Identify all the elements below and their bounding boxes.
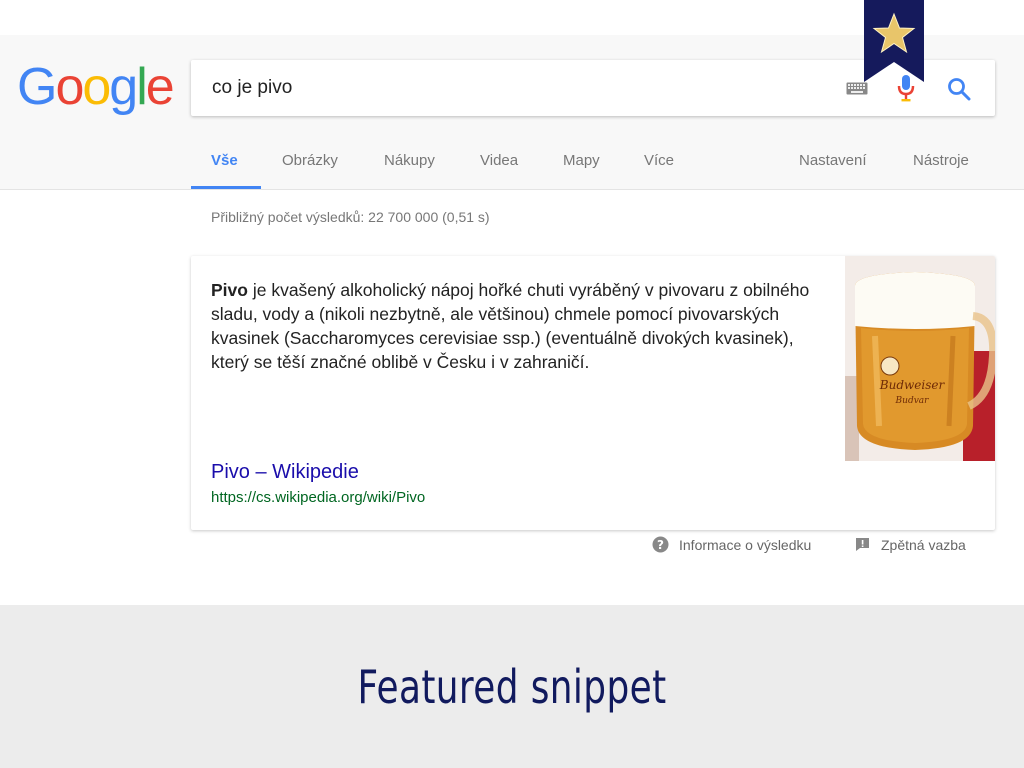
snippet-term: Pivo [211,280,248,300]
active-tab-indicator [191,186,261,189]
help-circle-icon: ? [652,536,669,553]
tab-shopping[interactable]: Nákupy [384,152,435,190]
search-icon[interactable] [947,77,971,101]
about-result-link[interactable]: ? Informace o výsledku [652,536,811,553]
tab-settings[interactable]: Nastavení [799,152,867,190]
tab-tools[interactable]: Nástroje [913,152,969,190]
tab-more[interactable]: Více [644,152,674,190]
caption-band: Featured snippet [0,605,1024,768]
search-tabs: Vše Obrázky Nákupy Videa Mapy Více Nasta… [0,152,1024,190]
tab-images[interactable]: Obrázky [282,152,338,190]
result-stats: Přibližný počet výsledků: 22 700 000 (0,… [211,209,490,225]
star-bookmark-icon [864,0,924,82]
logo-letter: o [55,58,84,116]
mug-label-line1: Budweiser [879,378,946,392]
featured-snippet-card: Pivo je kvašený alkoholický nápoj hořké … [191,256,995,530]
snippet-text: Pivo je kvašený alkoholický nápoj hořké … [211,278,821,374]
tab-all[interactable]: Vše [211,152,238,190]
logo-letter: o [82,58,111,116]
logo-letter: G [17,58,57,116]
snippet-body: je kvašený alkoholický nápoj hořké chuti… [211,280,810,372]
snippet-feedback-row: ? Informace o výsledku Zpětná vazba [0,534,1024,556]
feedback-link[interactable]: Zpětná vazba [854,536,966,553]
result-url: https://cs.wikipedia.org/wiki/Pivo [211,489,426,506]
result-title-link[interactable]: Pivo – Wikipedie [211,461,359,484]
tab-videos[interactable]: Videa [480,152,518,190]
tab-maps[interactable]: Mapy [563,152,600,190]
slide-caption: Featured snippet [357,660,667,714]
beer-mug-image[interactable]: Budweiser Budvar [845,256,995,461]
svg-text:?: ? [657,538,664,552]
search-results-screenshot: Google Vše Obrázky Nákupy Videa Mapy [0,35,1024,605]
logo-letter: l [136,58,147,116]
feedback-label: Zpětná vazba [881,536,966,553]
logo-letter: e [145,58,175,116]
feedback-flag-icon [856,538,869,551]
search-input[interactable] [212,77,772,99]
google-logo[interactable]: Google [17,58,175,116]
logo-letter: g [109,58,138,116]
keyboard-icon[interactable] [846,82,868,95]
about-result-label: Informace o výsledku [679,536,812,553]
mug-label-line2: Budvar [895,396,930,406]
